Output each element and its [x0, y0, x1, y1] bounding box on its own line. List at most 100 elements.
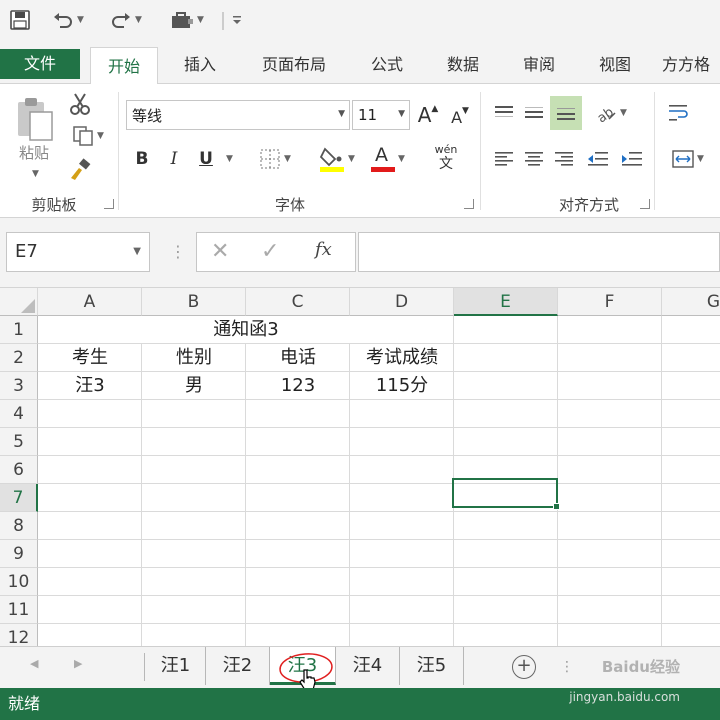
column-header-b[interactable]: B [142, 288, 246, 316]
row-header-7[interactable]: 7 [0, 484, 38, 512]
tab-file[interactable]: 文件 [0, 49, 80, 79]
column-header-d[interactable]: D [350, 288, 454, 316]
select-all-corner[interactable] [0, 288, 38, 316]
cancel-icon[interactable]: ✕ [211, 239, 229, 264]
font-launcher-icon[interactable] [464, 199, 474, 209]
column-header-g[interactable]: G [662, 288, 720, 316]
tab-review[interactable]: 审阅 [508, 46, 570, 84]
merged-title-cell[interactable]: 通知函3 [38, 316, 454, 344]
cell-d3[interactable]: 115分 [350, 372, 454, 400]
add-sheet-icon[interactable]: + [512, 655, 536, 679]
row-header-2[interactable]: 2 [0, 344, 38, 372]
cell-c3[interactable]: 123 [246, 372, 350, 400]
row-header-1[interactable]: 1 [0, 316, 38, 344]
underline-button[interactable]: U [194, 144, 218, 174]
column-header-e[interactable]: E [454, 288, 558, 316]
align-middle-icon[interactable] [520, 98, 548, 128]
row-header-4[interactable]: 4 [0, 400, 38, 428]
gridline [38, 483, 720, 484]
sheet-tab-1[interactable]: 汪1 [146, 647, 206, 685]
increase-indent-icon[interactable] [618, 144, 646, 174]
column-header-c[interactable]: C [246, 288, 350, 316]
insert-function-icon[interactable]: fx [315, 239, 332, 260]
name-box[interactable]: E7 ▼ [6, 232, 150, 272]
selected-cell-e7[interactable] [452, 478, 560, 510]
phonetic-guide-button[interactable]: wén 文 [424, 140, 468, 176]
clipboard-launcher-icon[interactable] [104, 199, 114, 209]
grow-font-button[interactable]: A ▲ [414, 100, 442, 130]
align-top-icon[interactable] [490, 98, 518, 128]
column-header-f[interactable]: F [558, 288, 662, 316]
borders-icon[interactable]: ▼ [250, 144, 300, 174]
align-left-icon[interactable] [490, 144, 518, 174]
font-color-button[interactable]: A ▼ [366, 142, 410, 176]
tab-formulas[interactable]: 公式 [356, 46, 418, 84]
row-header-3[interactable]: 3 [0, 372, 38, 400]
underline-dropdown-icon[interactable]: ▼ [220, 144, 236, 174]
tab-home[interactable]: 开始 [90, 47, 158, 85]
tab-fangfangge[interactable]: 方方格 [662, 46, 720, 84]
orientation-icon[interactable]: ab ▼ [590, 98, 632, 128]
italic-button[interactable]: I [162, 144, 186, 174]
row-header-9[interactable]: 9 [0, 540, 38, 568]
status-ready: 就绪 [8, 694, 41, 713]
save-icon[interactable] [6, 6, 34, 34]
enter-icon[interactable]: ✓ [261, 239, 279, 264]
tab-data[interactable]: 数据 [432, 46, 494, 84]
paste-dropdown-icon[interactable]: ▼ [14, 166, 54, 182]
row-header-8[interactable]: 8 [0, 512, 38, 540]
sheet-tab-5[interactable]: 汪5 [400, 647, 464, 685]
font-name-value: 等线 [132, 106, 163, 125]
column-header-a[interactable]: A [38, 288, 142, 316]
font-name-combo[interactable]: 等线 ▼ [126, 100, 350, 130]
sheet-tab-2[interactable]: 汪2 [206, 647, 270, 685]
grow-font-arrow-icon: ▲ [431, 104, 439, 114]
wrap-text-icon[interactable] [664, 98, 694, 128]
decrease-indent-icon[interactable] [584, 144, 612, 174]
gridline [38, 595, 720, 596]
cell-a3[interactable]: 汪3 [38, 372, 142, 400]
gridline [38, 455, 720, 456]
tab-split-grip-icon[interactable]: ⋮ [560, 653, 590, 681]
chevron-down-icon: ▼ [133, 246, 141, 257]
cell-a2[interactable]: 考生 [38, 344, 142, 372]
cell-d2[interactable]: 考试成绩 [350, 344, 454, 372]
align-bottom-icon[interactable] [550, 96, 582, 130]
fill-handle[interactable] [553, 503, 560, 510]
merge-center-icon[interactable]: ▼ [664, 144, 712, 174]
row-header-5[interactable]: 5 [0, 428, 38, 456]
fill-color-icon[interactable]: ▼ [312, 142, 362, 176]
worksheet-grid[interactable]: A B C D E F G 1 2 3 4 5 6 7 8 9 10 11 12… [0, 288, 720, 646]
bold-button[interactable]: B [130, 144, 154, 174]
cut-icon[interactable] [66, 90, 94, 118]
cell-b2[interactable]: 性别 [142, 344, 246, 372]
scroll-tabs-right-icon[interactable]: ▶ [74, 657, 82, 670]
tab-page-layout[interactable]: 页面布局 [248, 46, 340, 84]
scroll-tabs-left-icon[interactable]: ◀ [30, 657, 38, 670]
alignment-launcher-icon[interactable] [640, 199, 650, 209]
tab-insert[interactable]: 插入 [168, 46, 232, 84]
formula-input[interactable] [358, 232, 720, 272]
customize-qat-icon[interactable] [228, 6, 246, 34]
align-right-icon[interactable] [550, 144, 578, 174]
chevron-down-icon: ▼ [398, 109, 405, 119]
chevron-down-icon: ▼ [338, 109, 345, 119]
paste-button[interactable]: 粘贴 [10, 140, 58, 164]
formula-bar-grip-icon[interactable]: ⋮ [170, 236, 186, 268]
font-size-combo[interactable]: 11 ▼ [352, 100, 410, 130]
row-header-12[interactable]: 12 [0, 624, 38, 646]
redo-icon[interactable]: ▼ [104, 6, 148, 34]
cell-c2[interactable]: 电话 [246, 344, 350, 372]
row-header-11[interactable]: 11 [0, 596, 38, 624]
shrink-font-button[interactable]: A ▼ [446, 102, 474, 132]
copy-icon[interactable]: ▼ [64, 122, 112, 150]
tab-view[interactable]: 视图 [584, 46, 646, 84]
cell-b3[interactable]: 男 [142, 372, 246, 400]
align-center-icon[interactable] [520, 144, 548, 174]
format-painter-icon[interactable] [66, 156, 94, 184]
undo-icon[interactable]: ▼ [46, 6, 90, 34]
gridline [38, 539, 720, 540]
row-header-10[interactable]: 10 [0, 568, 38, 596]
toolbox-icon[interactable]: ▼ [162, 6, 212, 34]
row-header-6[interactable]: 6 [0, 456, 38, 484]
